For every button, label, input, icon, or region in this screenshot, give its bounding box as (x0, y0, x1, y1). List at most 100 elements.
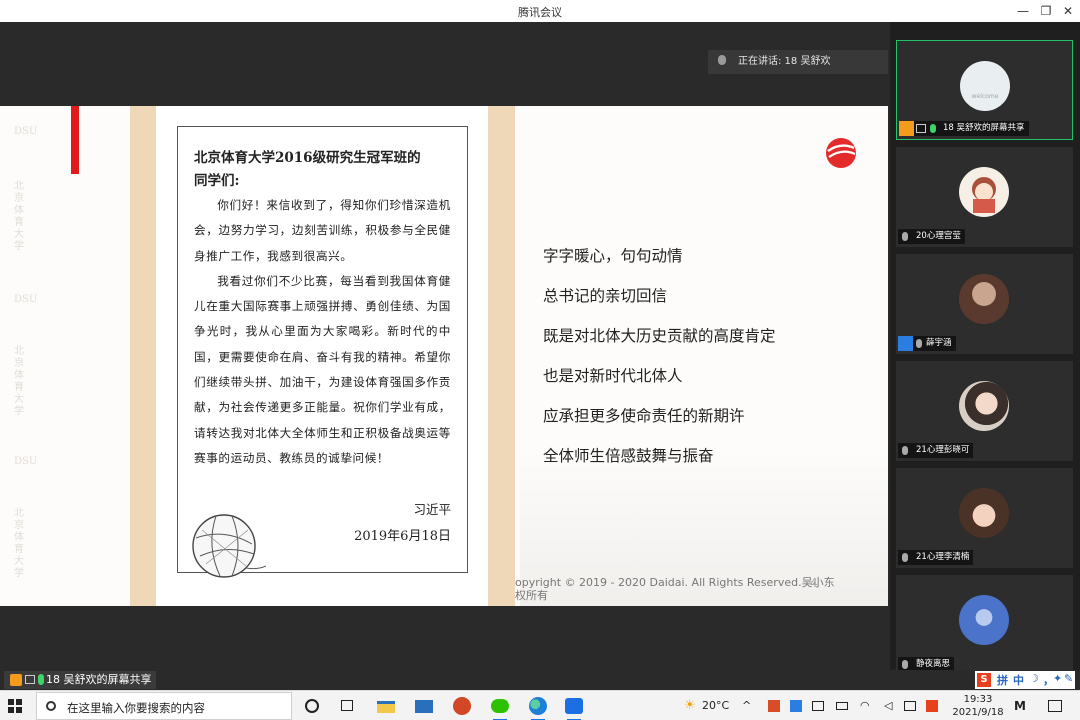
search-icon (46, 701, 56, 711)
close-button[interactable]: ✕ (1057, 2, 1079, 20)
copyright-line: 权所有 (515, 589, 548, 602)
participant-tile[interactable]: 20心理宫莹 (896, 147, 1073, 247)
participant-name-text: 薛宇涵 (926, 338, 952, 348)
slide-line: 全体师生倍感鼓舞与振奋 (543, 447, 714, 465)
tray-app-icon[interactable] (768, 700, 780, 712)
mail-icon[interactable] (414, 696, 434, 716)
participant-tile[interactable]: 21心理彭晓可 (896, 361, 1073, 461)
letter-signature: 习近平 (413, 502, 451, 517)
microphone-muted-icon (916, 339, 922, 348)
tray-app-icon[interactable] (812, 701, 824, 711)
watermark-text: DSU (14, 126, 38, 137)
participant-name: 薛宇涵 (898, 336, 956, 351)
ime-skin-icon[interactable]: ✦ (1053, 672, 1062, 685)
ime-toolbar[interactable]: S 拼 中 ☽ ， ✦ ✎ (975, 671, 1075, 689)
display-icon[interactable] (904, 701, 916, 711)
watermark-text: 北京体育大学 (14, 181, 24, 252)
weather-icon[interactable]: ☀ (684, 698, 696, 713)
restore-button[interactable]: ❐ (1035, 2, 1057, 20)
host-icon (10, 674, 22, 686)
letter-frame: 北京体育大学2016级研究生冠军班的 同学们: 你们好！来信收到了，得知你们珍惜… (177, 126, 468, 573)
letter-paragraph: 你们好！来信收到了，得知你们珍惜深造机会，边努力学习，边刻苦训练，积极参与全民健… (194, 198, 451, 263)
battery-icon[interactable] (836, 702, 848, 710)
slide-line: 字字暖心，句句动情 (543, 247, 683, 265)
microphone-muted-icon (902, 660, 908, 669)
volume-icon[interactable]: ◁ (884, 699, 892, 712)
avatar (959, 381, 1009, 431)
taskbar: 在这里输入你要搜索的内容 ☀ 20°C ^ ◠ ◁ 19:33 2021/9/1… (0, 690, 1080, 720)
participant-name-text: 20心理宫莹 (916, 231, 961, 241)
participant-name: 21心理李清楠 (898, 550, 974, 565)
ime-tool-icon[interactable]: ✎ (1064, 672, 1073, 685)
participant-name-text: 21心理李清楠 (916, 552, 970, 562)
watermark-text: DSU (14, 456, 38, 467)
speaking-label: 正在讲话: 18 吴舒欢 (738, 56, 831, 67)
microphone-icon (38, 674, 44, 685)
clock-time: 19:33 (963, 694, 993, 705)
copyright-text: opyright © 2019 - 2020 Daidai. All Right… (515, 576, 835, 602)
file-explorer-icon[interactable] (376, 696, 396, 716)
letter-paragraph: 我看过你们不少比赛，每当看到我国体育健儿在重大国际赛事上顽强拼搏、勇创佳绩、为国… (194, 273, 451, 465)
watermark-text: DSU (14, 294, 38, 305)
windows-start-icon[interactable] (8, 699, 22, 713)
participant-tile[interactable]: 21心理李清楠 (896, 468, 1073, 568)
microphone-icon (718, 55, 726, 65)
letter-heading: 同学们: (194, 173, 240, 189)
participant-tile[interactable]: 薛宇涵 (896, 254, 1073, 354)
participant-panel[interactable]: welcome 18 吴舒欢的屏幕共享 20心理宫莹 薛宇涵 21心理彭晓可 2… (890, 22, 1080, 675)
tray-app-icon[interactable] (790, 700, 802, 712)
slide-line: 既是对北体大历史贡献的高度肯定 (543, 327, 776, 345)
slide-line: 也是对新时代北体人 (543, 367, 683, 385)
participant-name: 20心理宫莹 (898, 229, 965, 244)
screen-share-text: 18 吴舒欢的屏幕共享 (46, 673, 152, 686)
ime-chinese-button[interactable]: 中 (1013, 672, 1024, 688)
tencent-meeting-icon[interactable] (564, 696, 584, 720)
search-placeholder: 在这里输入你要搜索的内容 (67, 701, 205, 715)
participant-name: 21心理彭晓可 (898, 443, 974, 458)
slide-line: 总书记的亲切回信 (543, 287, 668, 305)
page-number: 4 (810, 576, 818, 590)
slide-text-lines: 字字暖心，句句动情 总书记的亲切回信 既是对北体大历史贡献的高度肯定 也是对新时… (543, 246, 776, 486)
chevron-up-icon[interactable]: ^ (742, 699, 751, 712)
sogou-tray-icon[interactable] (926, 700, 938, 712)
wechat-icon[interactable] (490, 696, 510, 720)
brand-logo-icon (826, 138, 856, 168)
weather-temp[interactable]: 20°C (702, 699, 729, 712)
shared-screen: DSU 北京体育大学 DSU 北京体育大学 DSU 北京体育大学 北京体育大学2… (0, 106, 888, 606)
letter-date: 2019年6月18日 (354, 529, 451, 544)
avatar (959, 488, 1009, 538)
minimize-button[interactable]: — (1012, 2, 1034, 20)
user-icon (898, 336, 913, 351)
clock[interactable]: 19:33 2021/9/18 (948, 693, 1008, 719)
taskbar-search-box[interactable]: 在这里输入你要搜索的内容 (36, 692, 292, 720)
screen-share-label[interactable]: 18 吴舒欢的屏幕共享 (4, 671, 156, 689)
ime-moon-icon[interactable]: ☽ (1029, 672, 1039, 685)
slide-line: 应承担更多使命责任的新期许 (543, 407, 745, 425)
red-accent-bar (71, 106, 79, 174)
participant-name-text: 静夜离思 (916, 659, 951, 669)
clock-date: 2021/9/18 (952, 707, 1004, 718)
edge-browser-icon[interactable] (528, 696, 548, 720)
screen-share-icon (916, 124, 926, 133)
wifi-icon[interactable]: ◠ (860, 699, 870, 712)
microphone-muted-icon (902, 446, 908, 455)
avatar: welcome (960, 61, 1010, 111)
letter-heading: 北京体育大学2016级研究生冠军班的 (194, 150, 421, 166)
powerpoint-icon[interactable] (452, 696, 472, 716)
cortana-icon[interactable] (302, 696, 322, 716)
volleyball-sketch-icon (192, 514, 266, 578)
copyright-line: opyright © 2019 - 2020 Daidai. All Right… (515, 576, 835, 589)
watermark-text: 北京体育大学 (14, 508, 24, 579)
host-icon (899, 121, 914, 136)
screen-share-bar: 18 吴舒欢的屏幕共享 S 拼 中 ☽ ， ✦ ✎ (0, 670, 1080, 690)
ime-pinyin-button[interactable]: 拼 (997, 672, 1008, 688)
task-view-icon[interactable] (338, 696, 358, 716)
participant-name-text: 21心理彭晓可 (916, 445, 970, 455)
notification-icon[interactable] (1048, 700, 1062, 712)
microphone-muted-icon (902, 553, 908, 562)
participant-tile[interactable]: welcome 18 吴舒欢的屏幕共享 (896, 40, 1073, 140)
ime-indicator[interactable]: M (1014, 699, 1026, 713)
participant-tile[interactable]: 静夜离思 (896, 575, 1073, 675)
microphone-muted-icon (902, 232, 908, 241)
avatar (959, 595, 1009, 645)
